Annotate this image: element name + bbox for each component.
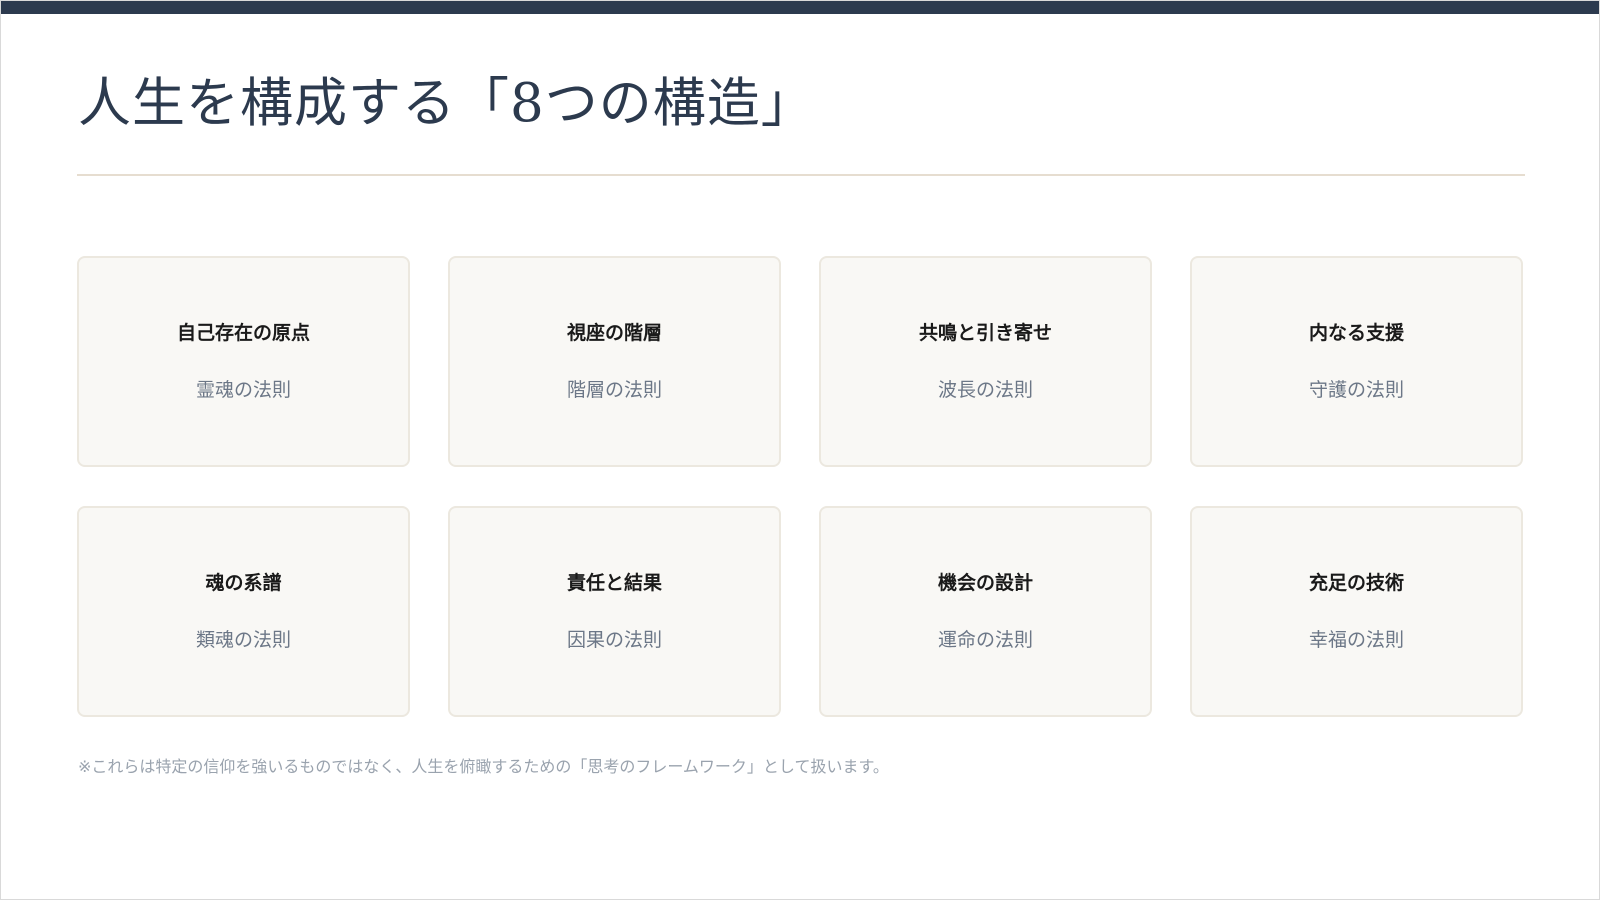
card-title: 視座の階層	[566, 322, 662, 344]
card-title: 機会の設計	[937, 572, 1033, 594]
structure-card: 自己存在の原点 霊魂の法則	[77, 256, 410, 467]
page-title: 人生を構成する「8つの構造」	[78, 73, 815, 134]
title-divider	[77, 174, 1525, 176]
structure-card: 充足の技術 幸福の法則	[1190, 506, 1523, 717]
card-subtitle: 階層の法則	[566, 379, 662, 401]
accent-bar	[1, 1, 1599, 14]
card-subtitle: 守護の法則	[1308, 379, 1404, 401]
structure-card: 内なる支援 守護の法則	[1190, 256, 1523, 467]
card-title: 内なる支援	[1308, 322, 1404, 344]
card-title: 責任と結果	[566, 572, 662, 594]
card-title: 充足の技術	[1308, 572, 1404, 594]
structure-card: 責任と結果 因果の法則	[448, 506, 781, 717]
card-title: 共鳴と引き寄せ	[918, 322, 1052, 344]
card-subtitle: 幸福の法則	[1308, 629, 1404, 651]
structure-card: 機会の設計 運命の法則	[819, 506, 1152, 717]
slide: 人生を構成する「8つの構造」 自己存在の原点 霊魂の法則 視座の階層 階層の法則…	[0, 0, 1600, 900]
structure-card: 共鳴と引き寄せ 波長の法則	[819, 256, 1152, 467]
card-subtitle: 波長の法則	[937, 379, 1033, 401]
structure-grid: 自己存在の原点 霊魂の法則 視座の階層 階層の法則 共鳴と引き寄せ 波長の法則 …	[77, 256, 1525, 717]
structure-card: 視座の階層 階層の法則	[448, 256, 781, 467]
card-subtitle: 類魂の法則	[195, 629, 291, 651]
card-title: 魂の系譜	[205, 572, 282, 594]
card-subtitle: 運命の法則	[937, 629, 1033, 651]
footnote: ※これらは特定の信仰を強いるものではなく、人生を俯瞰するための「思考のフレームワ…	[78, 757, 889, 776]
card-subtitle: 霊魂の法則	[195, 379, 291, 401]
card-subtitle: 因果の法則	[566, 629, 662, 651]
card-title: 自己存在の原点	[176, 322, 310, 344]
structure-card: 魂の系譜 類魂の法則	[77, 506, 410, 717]
